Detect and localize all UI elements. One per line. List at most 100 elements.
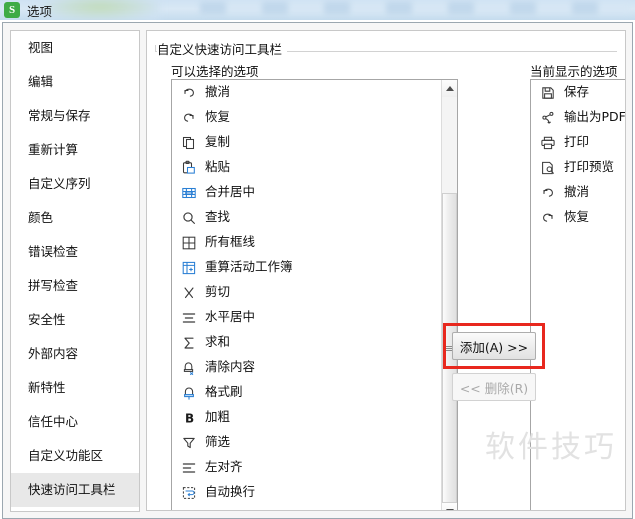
list-item[interactable]: 查找: [172, 205, 457, 230]
list-item[interactable]: 筛选: [172, 430, 457, 455]
sidebar-item-label: 错误检查: [28, 244, 79, 259]
sidebar-item-label: 外部内容: [28, 346, 79, 361]
remove-button[interactable]: << 删除(R): [452, 373, 536, 401]
sidebar-item[interactable]: 快速访问工具栏: [11, 473, 139, 507]
export-pdf-icon: [539, 109, 556, 126]
list-item[interactable]: B 加粗: [172, 405, 457, 430]
list-item[interactable]: 另存为: [172, 505, 457, 510]
list-item[interactable]: 合并居中: [172, 180, 457, 205]
undo-icon: [180, 84, 197, 101]
list-item-label: 保存: [564, 84, 590, 100]
list-item-label: 复制: [205, 134, 231, 150]
list-item[interactable]: 复制: [172, 130, 457, 155]
sidebar-item-label: 新特性: [28, 380, 66, 395]
sidebar-item-label: 重新计算: [28, 142, 79, 157]
group-title: 自定义快速访问工具栏: [157, 39, 288, 58]
svg-text:B: B: [185, 411, 194, 425]
sidebar-item[interactable]: 编辑: [11, 65, 139, 99]
list-item[interactable]: 恢复: [172, 105, 457, 130]
copy-icon: [180, 134, 197, 151]
list-item[interactable]: 重算活动工作簿: [172, 255, 457, 280]
list-item[interactable]: 保存: [531, 80, 625, 105]
list-item-label: 自动换行: [205, 484, 256, 500]
list-item[interactable]: 粘贴: [172, 155, 457, 180]
list-item[interactable]: 自动换行: [172, 480, 457, 505]
list-item-label: 撤消: [564, 184, 590, 200]
options-content-pane: 自定义快速访问工具栏 可以选择的选项 当前显示的选项 撤消 恢复 复制 粘贴 合并居中查…: [146, 30, 626, 511]
available-list-scrollbar[interactable]: [441, 80, 457, 510]
list-item-label: 撤消: [205, 84, 231, 100]
sidebar-item-label: 编辑: [28, 74, 54, 89]
sidebar-item[interactable]: 常规与保存: [11, 99, 139, 133]
list-item[interactable]: 左对齐: [172, 455, 457, 480]
list-item-label: 清除内容: [205, 359, 256, 375]
sidebar-item-label: 安全性: [28, 312, 66, 327]
redo-icon: [180, 109, 197, 126]
list-item[interactable]: 所有框线: [172, 230, 457, 255]
watermark: 软件技巧: [485, 430, 617, 465]
sidebar-item[interactable]: 错误检查: [11, 235, 139, 269]
sidebar-item-label: 信任中心: [28, 414, 79, 429]
clear-content-icon: [180, 359, 197, 376]
sidebar-item-label: 视图: [28, 40, 54, 55]
recalc-workbook-icon: [180, 259, 197, 276]
options-sidebar[interactable]: 视图编辑常规与保存重新计算自定义序列颜色错误检查拼写检查安全性外部内容新特性信任…: [10, 30, 140, 512]
list-item[interactable]: 撤消: [531, 180, 625, 205]
sidebar-item[interactable]: 安全性: [11, 303, 139, 337]
list-item[interactable]: 打印预览: [531, 155, 625, 180]
sidebar-item[interactable]: 视图: [11, 31, 139, 65]
window-title: 选项: [27, 3, 53, 19]
list-item-label: 水平居中: [205, 309, 256, 325]
list-item[interactable]: 打印: [531, 130, 625, 155]
sidebar-item[interactable]: 拼写检查: [11, 269, 139, 303]
dialog-body: 视图编辑常规与保存重新计算自定义序列颜色错误检查拼写检查安全性外部内容新特性信任…: [3, 23, 632, 518]
list-item[interactable]: 恢复: [531, 205, 625, 230]
sidebar-item[interactable]: 自定义功能区: [11, 439, 139, 473]
align-left-icon: [180, 459, 197, 476]
options-dialog: 视图编辑常规与保存重新计算自定义序列颜色错误检查拼写检查安全性外部内容新特性信任…: [2, 22, 633, 519]
merge-center-icon: [180, 184, 197, 201]
list-item[interactable]: 剪切: [172, 280, 457, 305]
list-item[interactable]: 清除内容: [172, 355, 457, 380]
available-options-list[interactable]: 撤消恢复复制粘贴合并居中查找所有框线重算活动工作簿 剪切水平居中求和清除内容格式刷…: [171, 79, 458, 510]
scroll-up-icon[interactable]: [442, 80, 457, 97]
sidebar-item[interactable]: 自定义序列: [11, 167, 139, 201]
list-item-label: 重算活动工作簿: [205, 259, 293, 275]
scroll-down-icon[interactable]: [442, 503, 457, 510]
list-item[interactable]: 撤消: [172, 80, 457, 105]
list-item-label: 所有框线: [205, 234, 256, 250]
list-item[interactable]: 水平居中: [172, 305, 457, 330]
list-item-label: 格式刷: [205, 384, 243, 400]
sidebar-item[interactable]: 信任中心: [11, 405, 139, 439]
sidebar-item[interactable]: 外部内容: [11, 337, 139, 371]
sidebar-item-label: 自定义序列: [28, 176, 91, 191]
sidebar-item-label: 拼写检查: [28, 278, 79, 293]
available-rows[interactable]: 撤消恢复复制粘贴合并居中查找所有框线重算活动工作簿 剪切水平居中求和清除内容格式刷…: [172, 80, 457, 510]
list-item-label: 剪切: [205, 284, 231, 300]
current-rows[interactable]: 保存输出为PDF 打印打印预览撤消恢复: [531, 80, 625, 230]
title-bar: S 选项: [0, 0, 635, 20]
list-item-label: 加粗: [205, 409, 231, 425]
list-item-label: 恢复: [205, 109, 231, 125]
sidebar-item[interactable]: 新特性: [11, 371, 139, 405]
sidebar-item-label: 快速访问工具栏: [28, 482, 116, 497]
list-item[interactable]: 格式刷: [172, 380, 457, 405]
undo-icon: [539, 184, 556, 201]
list-item[interactable]: 求和: [172, 330, 457, 355]
list-item-label: 打印: [564, 134, 590, 150]
search-icon: [180, 209, 197, 226]
sidebar-item[interactable]: 颜色: [11, 201, 139, 235]
add-button[interactable]: 添加(A) >>: [452, 332, 536, 360]
list-item-label: 输出为PDF: [564, 109, 626, 125]
list-item-label: 合并居中: [205, 184, 256, 200]
current-options-label: 当前显示的选项: [530, 64, 618, 79]
sidebar-item[interactable]: 重新计算: [11, 133, 139, 167]
redo-icon: [539, 209, 556, 226]
list-item-label: 查找: [205, 209, 231, 225]
list-item-label: 筛选: [205, 434, 231, 450]
wrap-text-icon: [180, 484, 197, 501]
print-icon: [539, 134, 556, 151]
list-item[interactable]: 输出为PDF: [531, 105, 625, 130]
cut-icon: [180, 284, 197, 301]
sidebar-item-label: 颜色: [28, 210, 54, 225]
